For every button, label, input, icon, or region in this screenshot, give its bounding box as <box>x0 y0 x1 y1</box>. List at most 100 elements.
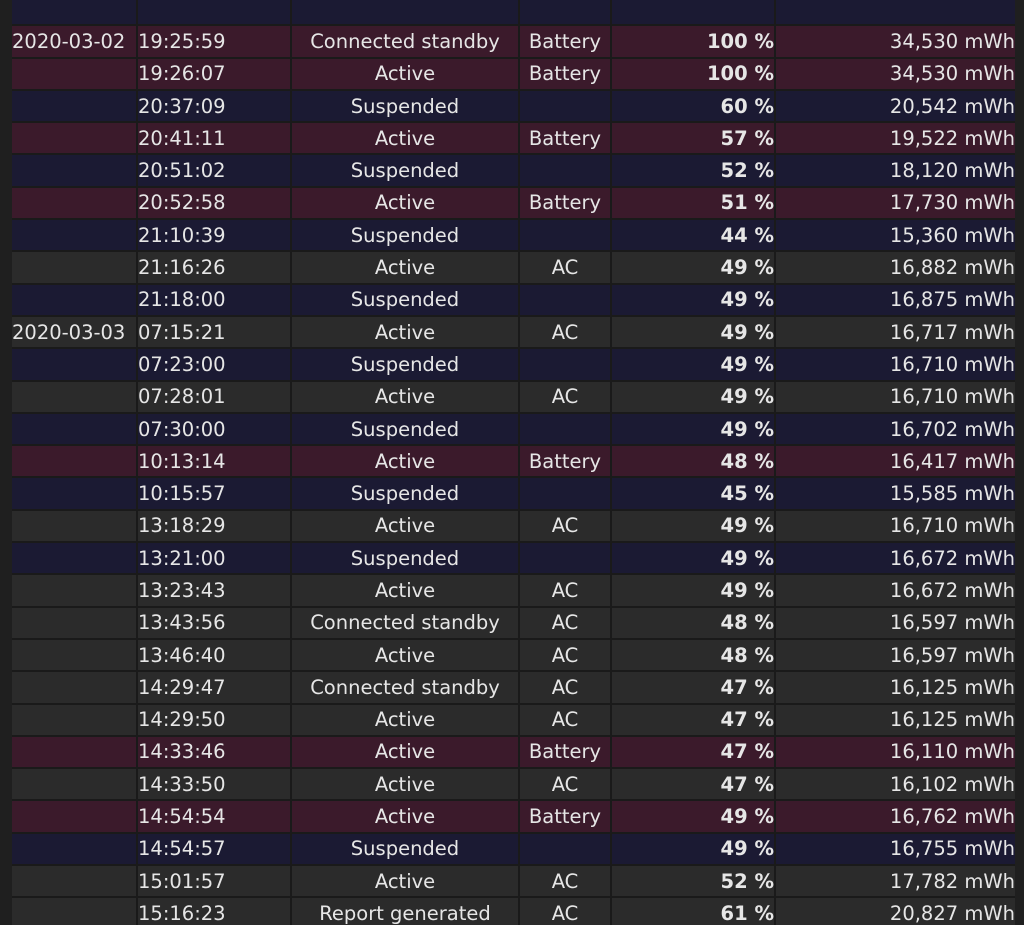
row-capacity: 16,110 mWh <box>776 736 1015 770</box>
row-state: Suspended <box>292 284 520 317</box>
row-time: 14:54:54 <box>138 801 292 834</box>
row-date <box>12 607 138 640</box>
row-capacity: 16,417 mWh <box>776 446 1015 479</box>
row-date <box>12 801 138 834</box>
row-source <box>520 284 612 317</box>
row-date <box>12 252 138 285</box>
row-percent: 49 % <box>612 413 776 447</box>
row-date <box>12 284 138 317</box>
row-capacity: 16,702 mWh <box>776 413 1015 447</box>
row-date <box>12 704 138 737</box>
row-source: Battery <box>520 123 612 156</box>
row-source: Battery <box>520 736 612 770</box>
row-state: Active <box>292 381 520 414</box>
row-source: AC <box>520 316 612 350</box>
row-date <box>12 220 138 253</box>
row-date <box>12 833 138 867</box>
row-capacity: 15,585 mWh <box>776 478 1015 511</box>
row-source: AC <box>520 575 612 608</box>
row-time: 20:52:58 <box>138 187 292 221</box>
row-capacity: 16,597 mWh <box>776 639 1015 673</box>
row-percent: 47 % <box>612 672 776 705</box>
table-row: 21:18:00 Suspended 49 % 16,875 mWh <box>12 284 1015 317</box>
row-percent: 51 % <box>612 187 776 221</box>
row-capacity <box>776 0 1015 27</box>
row-source <box>520 349 612 382</box>
row-date <box>12 446 138 479</box>
row-time: 07:30:00 <box>138 413 292 447</box>
row-capacity: 16,762 mWh <box>776 801 1015 834</box>
row-capacity: 16,597 mWh <box>776 607 1015 640</box>
row-capacity: 16,717 mWh <box>776 316 1015 350</box>
row-percent: 49 % <box>612 381 776 414</box>
row-time: 13:21:00 <box>138 543 292 576</box>
row-capacity: 16,102 mWh <box>776 769 1015 802</box>
table-row: 19:26:07 Active Battery 100 % 34,530 mWh <box>12 58 1015 91</box>
table-row: 14:33:50 Active AC 47 % 16,102 mWh <box>12 769 1015 802</box>
row-date <box>12 639 138 673</box>
table-row: 07:23:00 Suspended 49 % 16,710 mWh <box>12 349 1015 382</box>
row-date <box>12 543 138 576</box>
row-date <box>12 898 138 925</box>
row-percent: 49 % <box>612 284 776 317</box>
row-state: Suspended <box>292 543 520 576</box>
row-time: 20:41:11 <box>138 123 292 156</box>
row-source <box>520 90 612 124</box>
row-source <box>520 833 612 867</box>
row-percent: 45 % <box>612 478 776 511</box>
row-percent: 49 % <box>612 252 776 285</box>
row-percent <box>612 0 776 27</box>
row-state: Active <box>292 446 520 479</box>
row-state: Connected standby <box>292 672 520 705</box>
row-source: AC <box>520 607 612 640</box>
row-time: 19:25:59 <box>138 26 292 59</box>
row-capacity: 16,710 mWh <box>776 349 1015 382</box>
row-state <box>292 0 520 27</box>
row-date <box>12 736 138 770</box>
row-time: 10:15:57 <box>138 478 292 511</box>
row-percent: 61 % <box>612 898 776 925</box>
table-row: 20:41:11 Active Battery 57 % 19,522 mWh <box>12 123 1015 156</box>
row-date <box>12 769 138 802</box>
row-capacity: 16,710 mWh <box>776 381 1015 414</box>
row-time: 13:18:29 <box>138 510 292 544</box>
row-date <box>12 58 138 91</box>
table-row: 2020-03-03 07:15:21 Active AC 49 % 16,717 mWh <box>12 316 1015 350</box>
row-percent: 47 % <box>612 736 776 770</box>
table-row: 13:46:40 Active AC 48 % 16,597 mWh <box>12 639 1015 673</box>
row-percent: 52 % <box>612 155 776 188</box>
row-source <box>520 155 612 188</box>
table-row: 15:01:57 Active AC 52 % 17,782 mWh <box>12 866 1015 899</box>
row-capacity: 17,782 mWh <box>776 866 1015 899</box>
table-row: 07:28:01 Active AC 49 % 16,710 mWh <box>12 381 1015 414</box>
table-row: 15:16:23 Report generated AC 61 % 20,827 mWh <box>12 898 1015 925</box>
table-row: 13:21:00 Suspended 49 % 16,672 mWh <box>12 543 1015 576</box>
table-row: 14:33:46 Active Battery 47 % 16,110 mWh <box>12 736 1015 770</box>
row-date <box>12 123 138 156</box>
row-date <box>12 478 138 511</box>
row-time: 19:26:07 <box>138 58 292 91</box>
row-state: Active <box>292 316 520 350</box>
row-state: Suspended <box>292 90 520 124</box>
row-state: Suspended <box>292 833 520 867</box>
row-time: 20:37:09 <box>138 90 292 124</box>
row-date <box>12 155 138 188</box>
row-source: AC <box>520 639 612 673</box>
row-date <box>12 413 138 447</box>
row-percent: 44 % <box>612 220 776 253</box>
row-source: AC <box>520 704 612 737</box>
row-time: 15:16:23 <box>138 898 292 925</box>
row-source <box>520 543 612 576</box>
row-percent: 49 % <box>612 543 776 576</box>
table-row: 14:29:50 Active AC 47 % 16,125 mWh <box>12 704 1015 737</box>
row-percent: 52 % <box>612 866 776 899</box>
row-percent: 49 % <box>612 833 776 867</box>
row-percent: 49 % <box>612 349 776 382</box>
table-row: 13:43:56 Connected standby AC 48 % 16,597 mW… <box>12 607 1015 640</box>
row-capacity: 16,755 mWh <box>776 833 1015 867</box>
row-capacity: 16,672 mWh <box>776 575 1015 608</box>
row-state: Active <box>292 736 520 770</box>
table-row: 14:29:47 Connected standby AC 47 % 16,125 mW… <box>12 672 1015 705</box>
row-time: 14:33:46 <box>138 736 292 770</box>
table-row: 13:23:43 Active AC 49 % 16,672 mWh <box>12 575 1015 608</box>
